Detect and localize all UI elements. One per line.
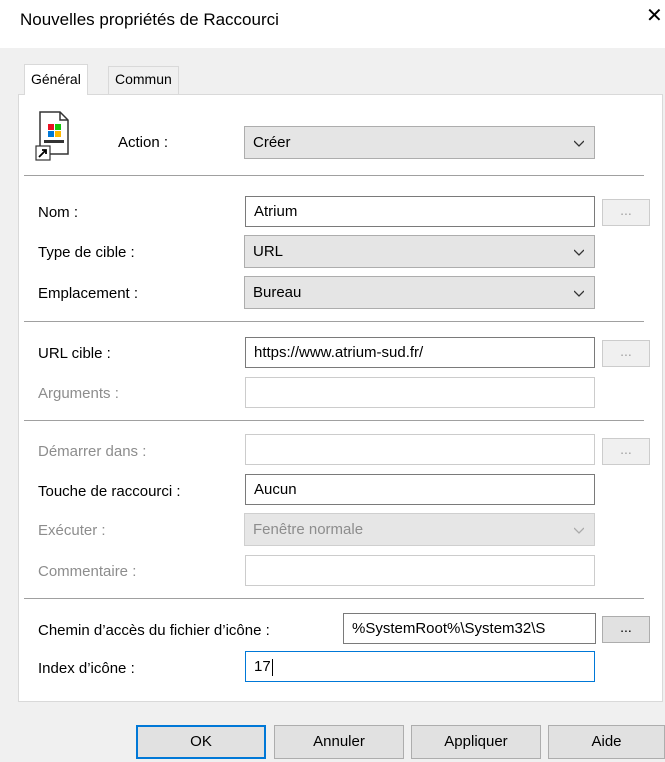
chevron-down-icon [574, 249, 584, 256]
comment-label: Commentaire : [38, 563, 137, 580]
hotkey-input[interactable]: Aucun [245, 474, 595, 505]
location-value: Bureau [253, 284, 302, 301]
start-in-browse-button: ... [602, 438, 650, 465]
separator [24, 598, 644, 599]
run-value: Fenêtre normale [253, 521, 364, 538]
icon-index-value: 17 [254, 658, 271, 675]
target-type-label: Type de cible : [38, 244, 135, 261]
help-button[interactable]: Aide [548, 725, 665, 759]
arguments-input [245, 377, 595, 408]
icon-path-input[interactable]: %SystemRoot%\System32\S [343, 613, 596, 644]
separator [24, 175, 644, 176]
location-select[interactable]: Bureau [244, 276, 595, 309]
name-browse-button: ... [602, 199, 650, 226]
hotkey-label: Touche de raccourci : [38, 483, 181, 500]
target-url-label: URL cible : [38, 345, 111, 362]
icon-index-label: Index d’icône : [38, 660, 135, 677]
comment-input [245, 555, 595, 586]
target-type-value: URL [253, 243, 284, 260]
dialog-title: Nouvelles propriétés de Raccourci [20, 10, 279, 29]
action-select[interactable]: Créer [244, 126, 595, 159]
chevron-down-icon [574, 290, 584, 297]
run-label: Exécuter : [38, 522, 106, 539]
separator [24, 420, 644, 421]
cancel-button[interactable]: Annuler [274, 725, 404, 759]
start-in-input [245, 434, 595, 465]
apply-button[interactable]: Appliquer [411, 725, 541, 759]
ok-button[interactable]: OK [136, 725, 266, 759]
icon-index-input[interactable]: 17 [245, 651, 595, 682]
action-label: Action : [118, 134, 169, 151]
arguments-label: Arguments : [38, 385, 119, 402]
target-type-select[interactable]: URL [244, 235, 595, 268]
separator [24, 321, 644, 322]
close-icon[interactable]: ✕ [646, 6, 663, 26]
start-in-label: Démarrer dans : [38, 443, 147, 460]
tab-general[interactable]: Général [24, 64, 88, 95]
chevron-down-icon [574, 140, 584, 147]
target-url-browse-button: ... [602, 340, 650, 367]
tab-common[interactable]: Commun [108, 66, 179, 94]
action-value: Créer [253, 134, 291, 151]
name-label: Nom : [38, 204, 79, 221]
name-input[interactable]: Atrium [245, 196, 595, 227]
target-url-input[interactable]: https://www.atrium-sud.fr/ [245, 337, 595, 368]
icon-path-label: Chemin d’accès du fichier d’icône : [38, 622, 270, 639]
location-label: Emplacement : [38, 285, 139, 302]
text-caret [271, 658, 273, 676]
icon-path-browse-button[interactable]: ... [602, 616, 650, 643]
shortcut-file-icon [35, 111, 69, 161]
chevron-down-icon [574, 527, 584, 534]
run-select: Fenêtre normale [244, 513, 595, 546]
